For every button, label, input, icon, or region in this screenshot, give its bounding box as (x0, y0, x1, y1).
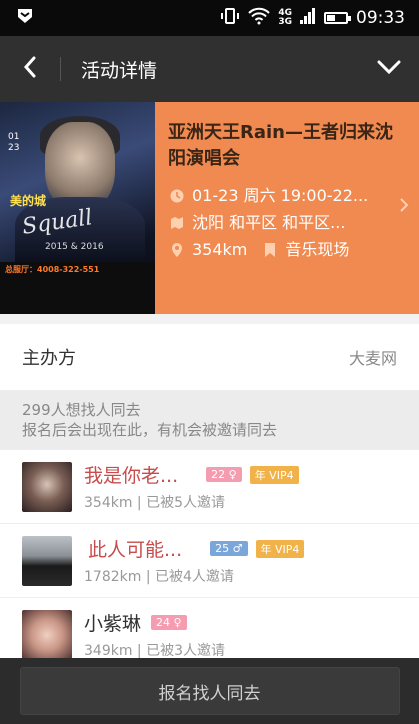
poster-hotline: 总服厅：4008-322-551 (5, 265, 100, 274)
event-poster[interactable]: 01 23 美的城 Squall 2015 & 2016 总服厅：4008-322… (0, 102, 155, 314)
avatar[interactable] (22, 609, 72, 660)
clock-icon (168, 189, 186, 203)
organizer-row[interactable]: 主办方 大麦网 (0, 324, 419, 390)
vip-badge: 年 VIP4 (255, 539, 305, 558)
event-location-row[interactable]: 沈阳 和平区 和平区... (168, 209, 419, 236)
network-3g-label: 3G (278, 17, 292, 27)
title-divider (60, 57, 61, 81)
status-bar: 4G 3G 09:33 (0, 0, 419, 36)
male-icon: ♂ (232, 542, 243, 555)
event-datetime-row: 01-23 周六 19:00-22... (168, 182, 419, 209)
organizer-value: 大麦网 (348, 349, 397, 368)
bookmark-icon (261, 242, 279, 257)
person-meta: 1782km | 已被4人邀请 (84, 569, 234, 585)
list-item[interactable]: 我是你老... 22 ♀ 年 VIP4 354km | 已被5人邀请 (0, 450, 419, 524)
vibrate-icon (220, 7, 240, 30)
female-icon: ♀ (173, 616, 182, 629)
event-distance: 354km (192, 240, 248, 259)
poster-date: 01 23 (8, 132, 20, 153)
event-card[interactable]: 01 23 美的城 Squall 2015 & 2016 总服厅：4008-322… (0, 102, 419, 314)
event-location: 沈阳 和平区 和平区... (192, 213, 346, 232)
chevron-down-icon (376, 59, 402, 79)
wifi-icon (248, 7, 271, 30)
interest-header: 299人想找人同去 报名后会出现在此，有机会被邀请同去 (0, 390, 419, 450)
event-datetime: 01-23 周六 19:00-22... (192, 186, 369, 205)
poster-subtitle: 2015 & 2016 (45, 242, 104, 252)
map-icon (168, 216, 186, 230)
signal-icon (300, 7, 316, 29)
female-icon: ♀ (228, 468, 237, 481)
more-dropdown-button[interactable] (359, 36, 419, 102)
chevron-left-icon (22, 55, 38, 83)
people-list: 我是你老... 22 ♀ 年 VIP4 354km | 已被5人邀请 此人可能.… (0, 450, 419, 672)
poster-brand: 美的城 (10, 194, 47, 208)
join-find-companion-button[interactable]: 报名找人同去 (19, 667, 400, 715)
event-info: 亚洲天王Rain—王者归来沈阳演唱会 01-23 周六 19:00-22... … (155, 102, 419, 314)
event-category: 音乐现场 (285, 240, 350, 259)
avatar[interactable] (22, 535, 72, 586)
person-meta: 354km | 已被5人邀请 (84, 495, 225, 511)
list-item[interactable]: 此人可能... 25 ♂ 年 VIP4 1782km | 已被4人邀请 (0, 524, 419, 598)
poster-info-band: 总服厅：4008-322-551 (0, 262, 155, 314)
title-bar: 活动详情 (0, 36, 419, 102)
battery-icon (324, 12, 351, 24)
age-badge: 24 ♀ (151, 615, 187, 630)
event-distance-row: 354km 音乐现场 (168, 236, 419, 263)
page-title: 活动详情 (81, 59, 158, 82)
event-title: 亚洲天王Rain—王者归来沈阳演唱会 (168, 122, 393, 169)
chevron-right-icon (399, 197, 409, 218)
network-indicator: 4G 3G (278, 9, 292, 27)
organizer-label: 主办方 (22, 348, 76, 369)
shield-icon (16, 7, 34, 29)
interest-count: 299人想找人同去 (22, 401, 141, 419)
location-pin-icon (168, 242, 186, 257)
bottom-bar: 报名找人同去 (0, 658, 419, 724)
person-meta: 349km | 已被3人邀请 (84, 643, 225, 659)
person-name: 此人可能... (88, 539, 183, 561)
interest-hint: 报名后会出现在此，有机会被邀请同去 (22, 421, 278, 439)
back-button[interactable] (0, 36, 60, 102)
vip-badge: 年 VIP4 (249, 465, 299, 484)
age-badge: 22 ♀ (206, 467, 242, 482)
age-badge: 25 ♂ (210, 541, 248, 556)
avatar[interactable] (22, 461, 72, 512)
person-name: 我是你老... (84, 465, 179, 487)
status-time: 09:33 (356, 8, 405, 28)
person-name: 小紫琳 (84, 613, 142, 635)
